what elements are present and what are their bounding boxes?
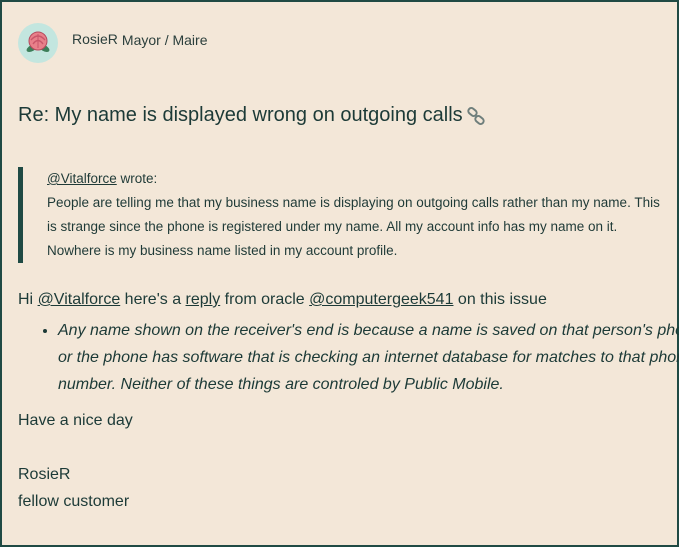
quote-wrote-label: wrote: (116, 171, 158, 186)
subject-text: Re: My name is displayed wrong on outgoi… (18, 104, 463, 126)
signature-name: RosieR (18, 466, 71, 483)
reply-hi-text: Hi (18, 291, 38, 308)
author-name[interactable]: RosieR (72, 31, 118, 47)
oracle-mention-link[interactable]: @computergeek541 (309, 291, 453, 308)
signature-title: fellow customer (18, 493, 130, 510)
reply-tail-text: on this issue (453, 291, 547, 308)
quote-block: @Vitalforce wrote: People are telling me… (18, 167, 667, 263)
closing-text: Have a nice day (18, 412, 133, 429)
reply-from-text: from oracle (220, 291, 310, 308)
quote-body: People are telling me that my business n… (47, 195, 660, 258)
post-container: RosieR Mayor / Maire Re: My name is disp… (0, 0, 679, 547)
link-icon[interactable] (466, 106, 486, 126)
post-subject: Re: My name is displayed wrong on outgoi… (18, 104, 486, 127)
user-mention-link[interactable]: @Vitalforce (38, 291, 121, 308)
avatar[interactable] (18, 23, 58, 63)
author-row: RosieR Mayor / Maire (18, 23, 207, 63)
quote-header: @Vitalforce wrote: (47, 167, 667, 191)
bullet-list: Any name shown on the receiver's end is … (18, 317, 679, 398)
reply-heres-text: here's a (120, 291, 186, 308)
author-rank: Mayor / Maire (121, 32, 208, 48)
quoted-user-mention[interactable]: @Vitalforce (47, 171, 117, 186)
reply-intro: Hi @Vitalforce here's a reply from oracl… (18, 291, 547, 309)
reply-link[interactable]: reply (186, 291, 221, 308)
rose-icon (23, 26, 53, 61)
list-item: Any name shown on the receiver's end is … (58, 317, 679, 398)
